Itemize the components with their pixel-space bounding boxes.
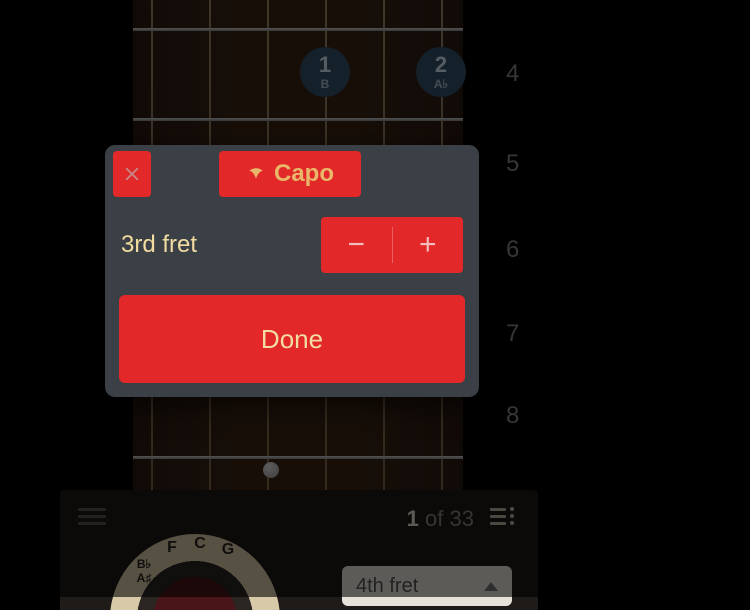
capo-dialog: Capo 3rd fret − + Done: [105, 145, 479, 397]
cof-label: F: [167, 540, 177, 556]
cof-label: C: [194, 536, 206, 552]
finger-note: B: [321, 78, 330, 90]
finger-dot: 1 B: [300, 47, 350, 97]
fret-selector[interactable]: 4th fret: [342, 566, 512, 606]
capo-fret-value: 3rd fret: [121, 231, 197, 259]
cof-label: B♭: [137, 558, 151, 570]
capo-icon: [246, 164, 266, 184]
list-icon[interactable]: [490, 504, 516, 528]
finger-number: 1: [319, 54, 331, 76]
fret-label: 7: [506, 320, 519, 348]
fret-label: 4: [506, 60, 519, 88]
increment-button[interactable]: +: [393, 217, 464, 273]
position-current: 1: [407, 506, 419, 531]
position-counter: 1 of 33: [407, 506, 474, 532]
position-total: 33: [450, 506, 474, 531]
bottom-panel: 1 of 33 F C G B♭ A♯ 4th fret: [60, 490, 538, 610]
decrement-button[interactable]: −: [321, 217, 392, 273]
close-icon: [123, 165, 141, 183]
finger-number: 2: [435, 54, 447, 76]
fret-selector-label: 4th fret: [356, 575, 418, 598]
done-button[interactable]: Done: [119, 295, 465, 383]
capo-stepper: − +: [321, 217, 463, 273]
menu-icon[interactable]: [78, 504, 106, 526]
cof-label: A♯: [137, 572, 152, 584]
finger-dot: 2 A♭: [416, 47, 466, 97]
circle-of-fifths[interactable]: F C G B♭ A♯: [110, 534, 280, 610]
finger-note: A♭: [434, 78, 448, 90]
close-button[interactable]: [113, 151, 151, 197]
fret-label: 5: [506, 150, 519, 178]
fret-label: 8: [506, 402, 519, 430]
dialog-title: Capo: [219, 151, 361, 197]
cof-label: G: [222, 542, 234, 558]
chevron-up-icon: [484, 582, 498, 591]
fret-label: 6: [506, 236, 519, 264]
